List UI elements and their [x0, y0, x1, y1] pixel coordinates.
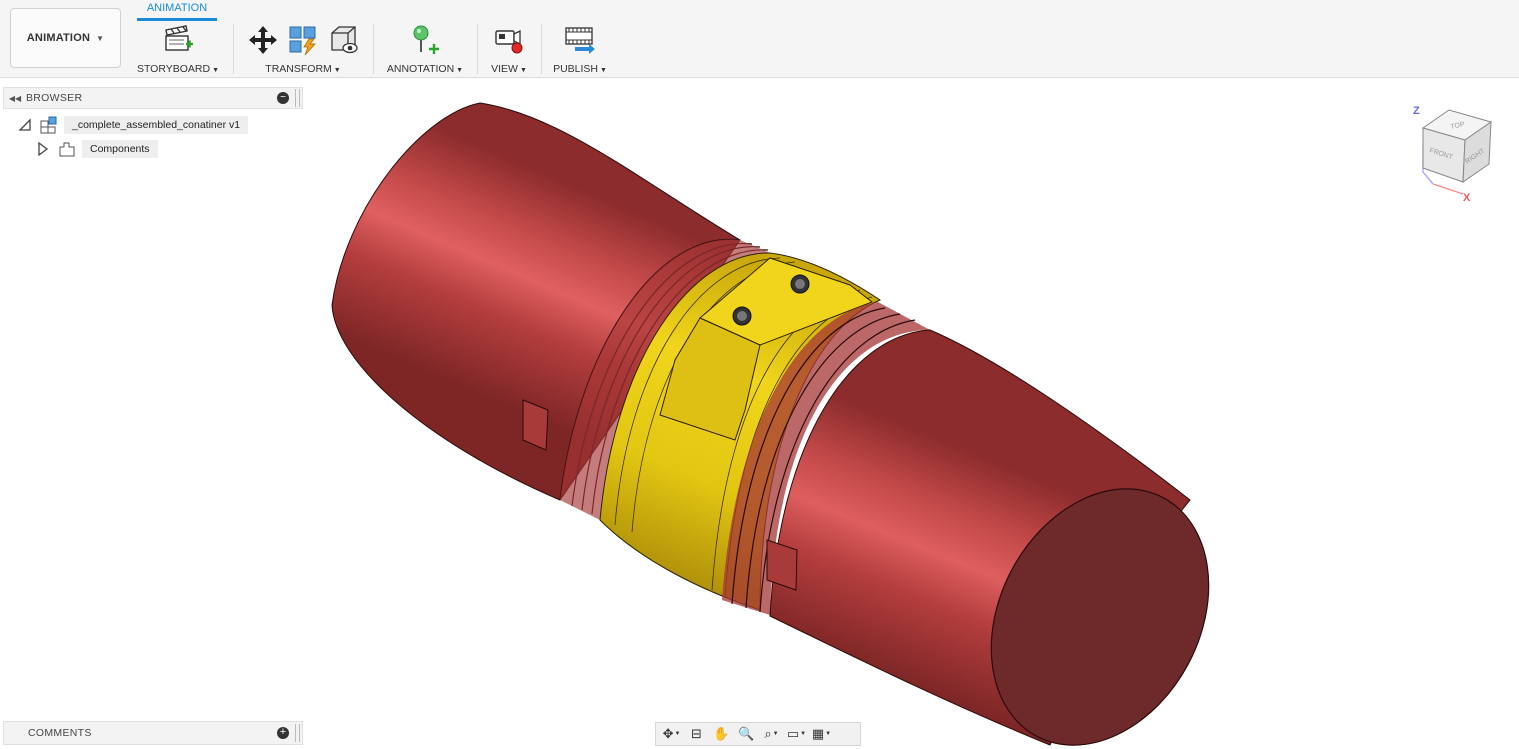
separator: [477, 24, 478, 74]
right-ring-band: [722, 302, 930, 615]
orbit-icon[interactable]: ✥ ▼: [660, 724, 683, 744]
assembly-document-icon: [40, 116, 57, 134]
clip-left: [522, 399, 549, 451]
comments-panel: COMMENTS +: [3, 721, 303, 745]
left-ring-band: [560, 239, 775, 520]
axis-x-label: X: [1463, 192, 1471, 204]
workspace-label: ANIMATION: [26, 32, 91, 44]
resize-grip-icon[interactable]: [295, 89, 300, 107]
yellow-coupling: [599, 252, 882, 611]
clip-right: [766, 539, 798, 591]
components-label: Components: [82, 140, 158, 158]
right-cylinder: [769, 329, 1191, 746]
new-storyboard-icon[interactable]: [161, 22, 195, 58]
screw-hole-1: [790, 274, 810, 294]
toolbar: ANIMATION ▼ ANIMATION STORYBOARD ▼ TRANS…: [0, 0, 1519, 78]
3d-viewport[interactable]: [0, 0, 1519, 749]
storyboard-group: STORYBOARD ▼: [132, 22, 224, 76]
left-cylinder: [331, 102, 741, 501]
storyboard-menu[interactable]: STORYBOARD ▼: [132, 63, 224, 75]
view-menu[interactable]: VIEW ▼: [483, 63, 535, 75]
comments-title: COMMENTS: [28, 727, 92, 739]
toggle-visibility-icon[interactable]: [326, 22, 360, 58]
browser-panel-header: ◀◀ BROWSER −: [3, 87, 303, 109]
collapse-panel-icon[interactable]: ◀◀: [4, 94, 26, 103]
browser-components-node[interactable]: Components: [36, 140, 158, 158]
root-node-label: _complete_assembled_conatiner v1: [64, 116, 249, 134]
separator: [373, 24, 374, 74]
annotation-group: ANNOTATION ▼: [380, 22, 470, 76]
display-settings-icon[interactable]: ▭ ▼: [785, 724, 808, 744]
separator: [233, 24, 234, 74]
coupling-boss: [699, 257, 874, 346]
axis-z-label: Z: [1413, 105, 1420, 117]
components-folder-icon: [59, 142, 75, 157]
annotation-menu[interactable]: ANNOTATION ▼: [380, 63, 470, 75]
fit-icon[interactable]: ⌕ ▼: [760, 724, 783, 744]
look-at-icon[interactable]: ⊟: [685, 724, 708, 744]
publish-video-icon[interactable]: [563, 22, 597, 58]
add-comment-icon[interactable]: +: [277, 727, 289, 739]
left-rings: [559, 238, 769, 515]
view-group: VIEW ▼: [483, 22, 535, 76]
transform-group: TRANSFORM ▼: [240, 22, 366, 76]
right-rings: [731, 307, 931, 617]
separator: [541, 24, 542, 74]
publish-group: PUBLISH ▼: [547, 22, 613, 76]
chevron-down-icon: ▼: [96, 33, 105, 43]
right-end-cap: [990, 488, 1210, 746]
browser-root-node[interactable]: _complete_assembled_conatiner v1: [18, 116, 249, 134]
zoom-icon[interactable]: 🔍: [735, 724, 758, 744]
resize-grip-icon[interactable]: [295, 724, 300, 742]
publish-menu[interactable]: PUBLISH ▼: [547, 63, 613, 75]
workspace-switcher-button[interactable]: ANIMATION ▼: [10, 8, 121, 68]
pin-annotation-icon[interactable]: [408, 22, 442, 58]
transform-menu[interactable]: TRANSFORM ▼: [240, 63, 366, 75]
tab-animation[interactable]: ANIMATION: [137, 1, 217, 21]
pan-hand-icon[interactable]: ✋: [710, 724, 733, 744]
fusion-app: ANIMATION ▼ ANIMATION STORYBOARD ▼ TRANS…: [0, 0, 1519, 749]
auto-explode-icon[interactable]: [286, 22, 320, 58]
screw-hole-2: [732, 306, 752, 326]
triangle-expanded-icon[interactable]: [18, 118, 32, 132]
navigation-bar: ✥ ▼ ⊟ ✋ 🔍 ⌕ ▼ ▭ ▼ ▦ ▼: [655, 722, 861, 746]
grid-settings-icon[interactable]: ▦ ▼: [810, 724, 833, 744]
coupling-boss-side: [659, 317, 761, 441]
coupling-lines: [614, 257, 873, 599]
record-icon[interactable]: [492, 22, 526, 58]
minimize-icon[interactable]: −: [277, 92, 289, 104]
move-icon[interactable]: [246, 22, 280, 58]
triangle-collapsed-icon[interactable]: [36, 142, 50, 156]
viewcube[interactable]: Z X TOP FRONT RIGHT: [1405, 100, 1509, 204]
browser-title: BROWSER: [26, 92, 83, 104]
